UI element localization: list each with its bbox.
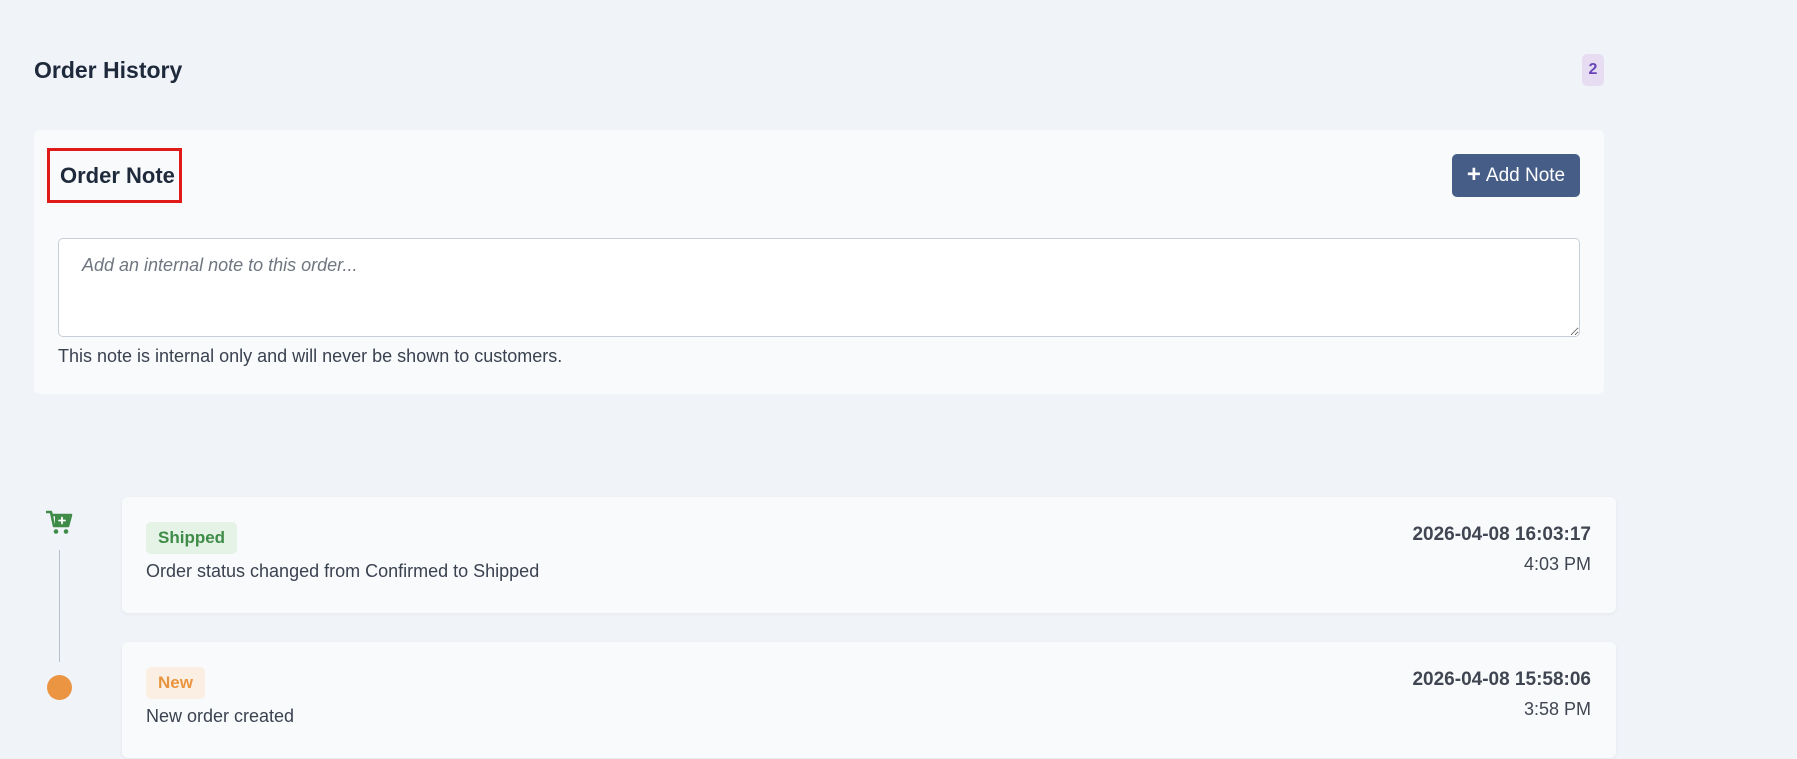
add-to-cart-icon <box>46 510 73 534</box>
order-note-help-text: This note is internal only and will neve… <box>58 346 563 366</box>
page-title: Order History <box>34 56 183 83</box>
order-history-page: Order History 2 Order Note + Add Note Th… <box>0 0 1797 759</box>
status-badge: Shipped <box>146 522 238 554</box>
history-count-badge: 2 <box>1582 54 1604 86</box>
event-datetime: 2026-04-08 16:03:17 <box>1412 524 1591 545</box>
order-history-header: Order History 2 <box>34 52 1604 88</box>
event-datetime: 2026-04-08 15:58:06 <box>1412 669 1591 690</box>
timeline-event-card: Shipped Order status changed from Confir… <box>122 497 1616 613</box>
status-badge: New <box>146 667 205 699</box>
order-note-textarea[interactable] <box>58 238 1580 337</box>
event-description: Order status changed from Confirmed to S… <box>146 561 540 581</box>
order-note-card: Order Note + Add Note This note is inter… <box>34 130 1604 394</box>
event-time: 4:03 PM <box>1523 554 1591 574</box>
order-note-title: Order Note <box>60 162 175 188</box>
add-note-button-label: Add Note <box>1485 164 1566 186</box>
plus-icon: + <box>1466 160 1481 188</box>
event-description: New order created <box>146 706 295 726</box>
timeline-connector <box>59 550 60 662</box>
event-time: 3:58 PM <box>1523 699 1591 719</box>
timeline-event-card: New New order created 2026-04-08 15:58:0… <box>122 642 1616 758</box>
order-note-title-highlight: Order Note <box>47 148 182 203</box>
new-order-dot-icon <box>47 675 72 700</box>
add-note-button[interactable]: + Add Note <box>1452 154 1580 197</box>
